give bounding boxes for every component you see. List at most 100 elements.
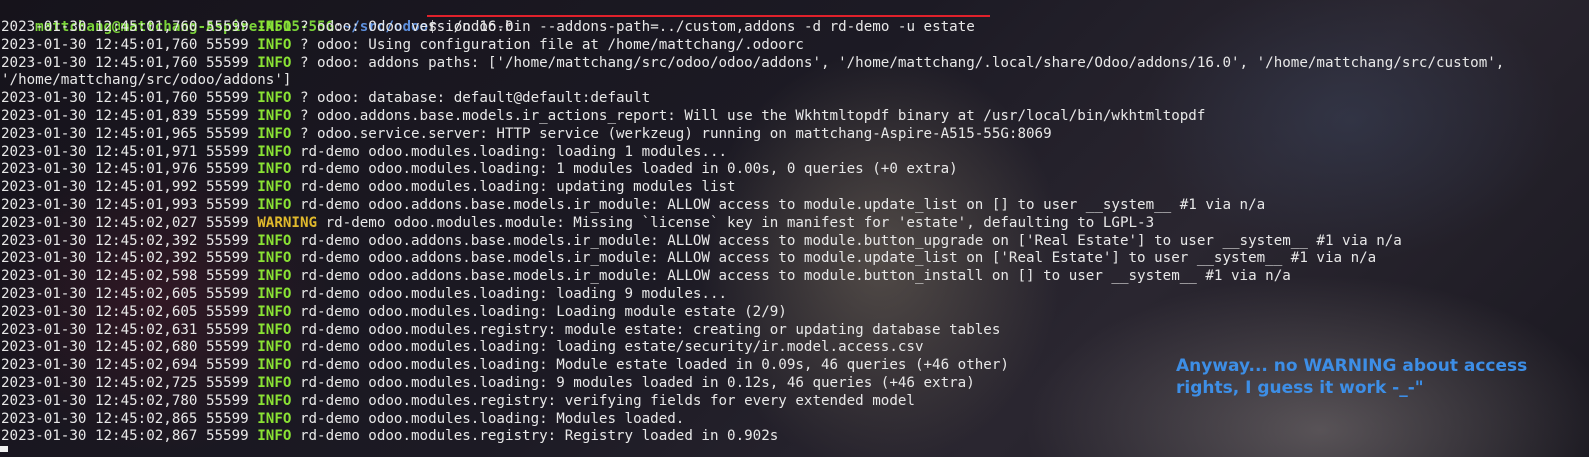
log-timestamp-pid: 2023-01-30 12:45:02,680 55599	[1, 339, 258, 356]
log-level: INFO	[257, 90, 292, 107]
log-timestamp-pid: 2023-01-30 12:45:02,865 55599	[1, 410, 258, 427]
log-timestamp-pid: 2023-01-30 12:45:01,760 55599	[1, 19, 258, 35]
log-timestamp-pid: 2023-01-30 12:45:02,725 55599	[1, 375, 258, 391]
log-line: 2023-01-30 12:45:01,760 55599 INFO ? odo…	[1, 18, 514, 36]
log-level: INFO	[257, 303, 292, 320]
log-level: INFO	[257, 36, 292, 53]
log-level: INFO	[257, 286, 292, 302]
log-message: ? odoo: Odoo version 16.0	[291, 19, 514, 35]
log-line: 2023-01-30 12:45:01,992 55599 INFO rd-de…	[1, 178, 736, 196]
log-message: ? odoo: database: default@default:defaul…	[291, 90, 651, 107]
log-message: rd-demo odoo.modules.registry: module es…	[291, 321, 1001, 338]
terminal-window[interactable]: mattchang@mattchang-Aspire-A515-55G:~/sr…	[0, 0, 1589, 457]
log-level: INFO	[257, 321, 292, 338]
log-timestamp-pid: 2023-01-30 12:45:01,839 55599	[1, 108, 258, 124]
log-message: rd-demo odoo.modules.loading: 9 modules …	[291, 375, 975, 391]
log-level: INFO	[257, 161, 292, 178]
log-timestamp-pid: 2023-01-30 12:45:01,971 55599	[1, 143, 258, 160]
log-timestamp-pid: 2023-01-30 12:45:02,605 55599	[1, 303, 258, 320]
log-line: '/home/mattchang/src/odoo/addons']	[1, 71, 291, 89]
log-line: 2023-01-30 12:45:01,839 55599 INFO ? odo…	[1, 107, 1205, 125]
log-timestamp-pid: 2023-01-30 12:45:02,392 55599	[1, 232, 258, 249]
log-line: 2023-01-30 12:45:02,027 55599 WARNING rd…	[1, 214, 1154, 232]
log-message: ? odoo: Using configuration file at /hom…	[291, 36, 804, 53]
log-timestamp-pid: 2023-01-30 12:45:02,631 55599	[1, 321, 258, 338]
log-message: rd-demo odoo.modules.registry: Registry …	[291, 428, 779, 445]
log-line: 2023-01-30 12:45:02,598 55599 INFO rd-de…	[1, 267, 1291, 285]
log-line: 2023-01-30 12:45:01,760 55599 INFO ? odo…	[1, 89, 650, 107]
log-message: rd-demo odoo.modules.loading: 1 modules …	[291, 161, 958, 178]
log-timestamp-pid: 2023-01-30 12:45:02,780 55599	[1, 392, 258, 409]
log-message: rd-demo odoo.modules.loading: loading 1 …	[291, 143, 728, 160]
command-underline	[427, 15, 990, 17]
log-level: INFO	[257, 197, 292, 213]
log-line: 2023-01-30 12:45:02,865 55599 INFO rd-de…	[1, 410, 684, 428]
log-line: 2023-01-30 12:45:02,392 55599 INFO rd-de…	[1, 249, 1376, 267]
log-timestamp-pid: 2023-01-30 12:45:01,760 55599	[1, 36, 258, 53]
log-line: 2023-01-30 12:45:01,993 55599 INFO rd-de…	[1, 196, 1265, 214]
log-level: WARNING	[257, 214, 318, 231]
terminal-cursor	[0, 446, 8, 452]
log-line: 2023-01-30 12:45:02,867 55599 INFO rd-de…	[1, 427, 778, 445]
log-message: rd-demo odoo.modules.loading: Modules lo…	[291, 410, 685, 427]
log-message: ? odoo.addons.base.models.ir_actions_rep…	[291, 108, 1206, 124]
log-message: ? odoo.service.server: HTTP service (wer…	[291, 125, 1052, 142]
log-line: 2023-01-30 12:45:01,760 55599 INFO ? odo…	[1, 54, 1504, 72]
annotation-line-2: rights, I guess it work -_-"	[1176, 378, 1424, 398]
log-message: ? odoo: addons paths: ['/home/mattchang/…	[291, 54, 1505, 71]
log-message: rd-demo odoo.modules.loading: loading es…	[291, 339, 924, 356]
log-line: 2023-01-30 12:45:02,605 55599 INFO rd-de…	[1, 303, 787, 321]
log-message: rd-demo odoo.addons.base.models.ir_modul…	[291, 268, 1291, 285]
log-level: INFO	[257, 339, 292, 356]
log-message: rd-demo odoo.addons.base.models.ir_modul…	[291, 232, 1402, 249]
log-timestamp-pid: 2023-01-30 12:45:02,598 55599	[1, 268, 258, 285]
log-line: 2023-01-30 12:45:01,760 55599 INFO ? odo…	[1, 36, 804, 54]
log-timestamp-pid: 2023-01-30 12:45:02,392 55599	[1, 250, 258, 267]
log-level: INFO	[257, 179, 292, 196]
log-line: 2023-01-30 12:45:01,976 55599 INFO rd-de…	[1, 160, 958, 178]
log-message: rd-demo odoo.addons.base.models.ir_modul…	[291, 250, 1377, 267]
log-message: rd-demo odoo.addons.base.models.ir_modul…	[291, 197, 1266, 213]
log-line: 2023-01-30 12:45:01,971 55599 INFO rd-de…	[1, 143, 727, 161]
log-timestamp-pid: 2023-01-30 12:45:01,965 55599	[1, 125, 258, 142]
log-timestamp-pid: 2023-01-30 12:45:02,867 55599	[1, 428, 258, 445]
log-level: INFO	[257, 357, 292, 374]
log-line: 2023-01-30 12:45:02,392 55599 INFO rd-de…	[1, 232, 1402, 250]
log-level: INFO	[257, 392, 292, 409]
log-line: 2023-01-30 12:45:02,694 55599 INFO rd-de…	[1, 356, 1009, 374]
log-level: INFO	[257, 375, 292, 391]
log-line: 2023-01-30 12:45:01,965 55599 INFO ? odo…	[1, 125, 1052, 143]
log-message: rd-demo odoo.modules.loading: loading 9 …	[291, 286, 728, 302]
log-message: rd-demo odoo.modules.loading: updating m…	[291, 179, 736, 196]
log-message: rd-demo odoo.modules.registry: verifying…	[291, 392, 915, 409]
log-line: 2023-01-30 12:45:02,680 55599 INFO rd-de…	[1, 338, 924, 356]
log-level: INFO	[257, 54, 292, 71]
command-text: ./odoo-bin --addons-path=../custom,addon…	[445, 19, 975, 35]
log-timestamp-pid: 2023-01-30 12:45:02,027 55599	[1, 214, 258, 231]
log-timestamp-pid: 2023-01-30 12:45:01,976 55599	[1, 161, 258, 178]
log-level: INFO	[257, 19, 292, 35]
log-line: 2023-01-30 12:45:02,780 55599 INFO rd-de…	[1, 392, 915, 410]
log-level: INFO	[257, 268, 292, 285]
log-timestamp-pid: 2023-01-30 12:45:01,760 55599	[1, 90, 258, 107]
log-timestamp-pid: 2023-01-30 12:45:02,694 55599	[1, 357, 258, 374]
log-level: INFO	[257, 143, 292, 160]
log-level: INFO	[257, 125, 292, 142]
log-timestamp-pid: 2023-01-30 12:45:01,760 55599	[1, 54, 258, 71]
log-timestamp-pid: 2023-01-30 12:45:01,993 55599	[1, 197, 258, 213]
log-message: rd-demo odoo.modules.loading: Module est…	[291, 357, 1009, 374]
log-level: INFO	[257, 250, 292, 267]
log-level: INFO	[257, 428, 292, 445]
log-message: rd-demo odoo.modules.module: Missing `li…	[317, 214, 1155, 231]
log-message: '/home/mattchang/src/odoo/addons']	[1, 72, 292, 89]
log-timestamp-pid: 2023-01-30 12:45:02,605 55599	[1, 286, 258, 302]
log-level: INFO	[257, 108, 292, 124]
log-line: 2023-01-30 12:45:02,725 55599 INFO rd-de…	[1, 374, 975, 392]
annotation-note: Anyway... no WARNING about access rights…	[1176, 355, 1576, 399]
log-timestamp-pid: 2023-01-30 12:45:01,992 55599	[1, 179, 258, 196]
annotation-line-1: Anyway... no WARNING about access	[1176, 356, 1528, 376]
log-message: rd-demo odoo.modules.loading: Loading mo…	[291, 303, 787, 320]
log-level: INFO	[257, 410, 292, 427]
log-line: 2023-01-30 12:45:02,631 55599 INFO rd-de…	[1, 321, 1000, 339]
log-line: 2023-01-30 12:45:02,605 55599 INFO rd-de…	[1, 285, 727, 303]
